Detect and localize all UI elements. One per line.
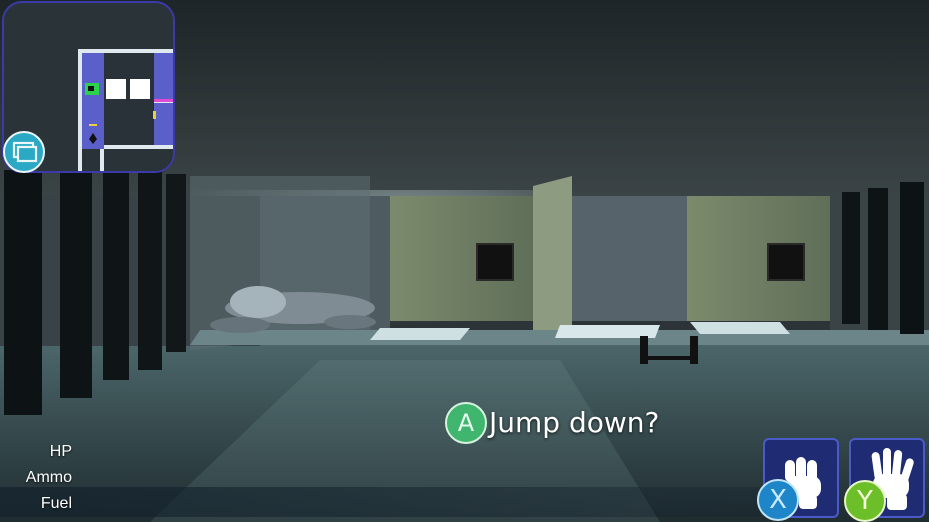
fuel-label: Fuel (40, 495, 72, 512)
minimap-toggle-button[interactable] (3, 131, 45, 173)
windows-icon (12, 141, 38, 163)
hp-label: HP (49, 443, 72, 460)
ammo-label: Ammo (25, 469, 72, 486)
hud-status-bar (0, 487, 760, 517)
prompt-text: Jump down? (489, 406, 660, 439)
x-button[interactable]: X (757, 479, 799, 521)
y-button[interactable]: Y (844, 480, 886, 522)
a-button[interactable]: A (445, 402, 487, 444)
